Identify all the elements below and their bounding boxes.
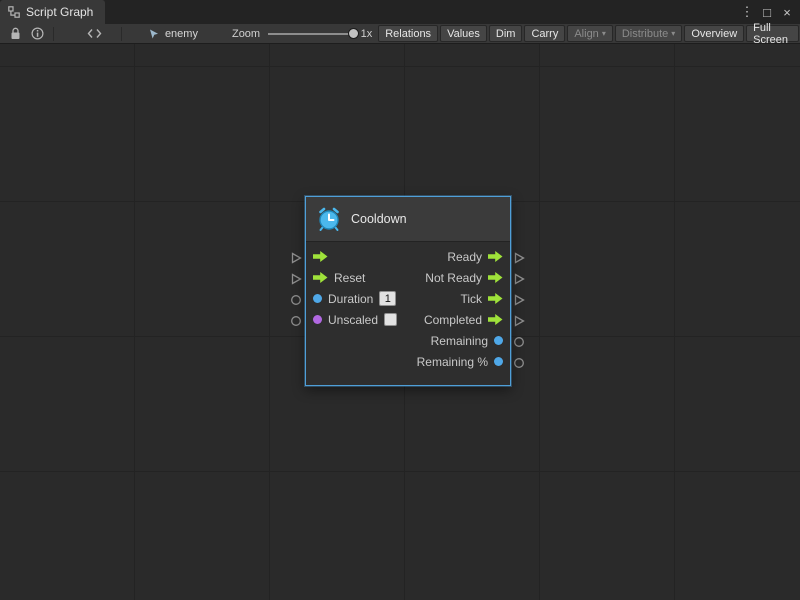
window-titlebar: Script Graph ⋮ □ × xyxy=(0,0,800,24)
value-input-stub[interactable] xyxy=(290,315,302,327)
chevron-down-icon: ▾ xyxy=(602,30,606,38)
zoom-slider-track xyxy=(268,33,356,35)
chevron-down-icon: ▾ xyxy=(671,30,675,38)
control-input-stub[interactable] xyxy=(290,273,302,285)
node-header[interactable]: Cooldown xyxy=(306,197,510,242)
toolbar-separator xyxy=(121,27,122,41)
info-icon xyxy=(31,27,44,40)
port-label: Tick xyxy=(460,292,482,306)
control-input-stub[interactable] xyxy=(290,252,302,264)
control-input-port[interactable] xyxy=(313,251,328,262)
node-body: Ready Reset Not Ready xyxy=(306,242,510,385)
control-output-port[interactable] xyxy=(488,272,503,283)
close-button[interactable]: × xyxy=(778,3,796,21)
port-label: Not Ready xyxy=(425,271,482,285)
port-label: Reset xyxy=(334,271,365,285)
zoom-slider-handle[interactable] xyxy=(348,28,359,39)
control-input-port[interactable] xyxy=(313,272,328,283)
breadcrumb-label: enemy xyxy=(165,28,198,40)
script-graph-icon xyxy=(8,6,20,18)
menu-button[interactable]: ⋮ xyxy=(738,3,756,21)
port-row: Remaining xyxy=(306,330,510,351)
control-output-port[interactable] xyxy=(488,314,503,325)
control-output-stub[interactable] xyxy=(513,273,525,285)
value-input-port[interactable] xyxy=(313,315,322,324)
zoom-label: Zoom xyxy=(232,28,260,40)
value-output-stub[interactable] xyxy=(513,336,525,348)
unscaled-checkbox[interactable] xyxy=(384,313,397,326)
port-row: Unscaled Completed xyxy=(306,309,510,330)
control-output-port[interactable] xyxy=(488,251,503,262)
info-button[interactable] xyxy=(26,25,49,43)
tab-script-graph[interactable]: Script Graph xyxy=(0,0,105,24)
port-row: Ready xyxy=(306,246,510,267)
code-icon xyxy=(87,28,102,39)
port-row: Remaining % xyxy=(306,351,510,372)
window-controls: ⋮ □ × xyxy=(738,0,800,24)
port-label: Completed xyxy=(424,313,482,327)
graph-asset-icon xyxy=(148,28,160,40)
code-view-button[interactable] xyxy=(82,25,107,43)
tab-title: Script Graph xyxy=(26,5,93,19)
lock-icon xyxy=(10,27,21,40)
alarm-clock-icon xyxy=(316,206,342,232)
value-output-port[interactable] xyxy=(494,357,503,366)
breadcrumb[interactable]: enemy xyxy=(148,28,198,40)
graph-toolbar: enemy Zoom 1x Relations Values Dim Carry… xyxy=(0,24,800,44)
value-input-port[interactable] xyxy=(313,294,322,303)
value-output-port[interactable] xyxy=(494,336,503,345)
zoom-slider[interactable] xyxy=(268,26,356,42)
port-label: Duration xyxy=(328,292,373,306)
port-row: Reset Not Ready xyxy=(306,267,510,288)
control-output-stub[interactable] xyxy=(513,315,525,327)
align-button[interactable]: Align▾ xyxy=(567,25,612,42)
duration-field[interactable] xyxy=(379,291,396,306)
value-input-stub[interactable] xyxy=(290,294,302,306)
graph-canvas[interactable]: Cooldown Ready xyxy=(0,44,800,600)
lock-button[interactable] xyxy=(5,25,26,43)
port-row: Duration Tick xyxy=(306,288,510,309)
relations-button[interactable]: Relations xyxy=(378,25,438,42)
control-output-stub[interactable] xyxy=(513,294,525,306)
maximize-button[interactable]: □ xyxy=(758,3,776,21)
node-cooldown[interactable]: Cooldown Ready xyxy=(305,196,511,386)
zoom-value: 1x xyxy=(361,28,373,40)
fullscreen-button[interactable]: Full Screen xyxy=(746,25,799,42)
port-label: Remaining % xyxy=(417,355,488,369)
dim-button[interactable]: Dim xyxy=(489,25,523,42)
overview-button[interactable]: Overview xyxy=(684,25,744,42)
distribute-button[interactable]: Distribute▾ xyxy=(615,25,682,42)
control-output-stub[interactable] xyxy=(513,252,525,264)
value-output-stub[interactable] xyxy=(513,357,525,369)
port-label: Unscaled xyxy=(328,313,378,327)
values-button[interactable]: Values xyxy=(440,25,487,42)
control-output-port[interactable] xyxy=(488,293,503,304)
port-label: Ready xyxy=(447,250,482,264)
carry-button[interactable]: Carry xyxy=(524,25,565,42)
port-label: Remaining xyxy=(431,334,488,348)
toolbar-button-group: Relations Values Dim Carry Align▾ Distri… xyxy=(376,25,800,42)
toolbar-separator xyxy=(53,27,54,41)
node-title: Cooldown xyxy=(351,212,407,226)
